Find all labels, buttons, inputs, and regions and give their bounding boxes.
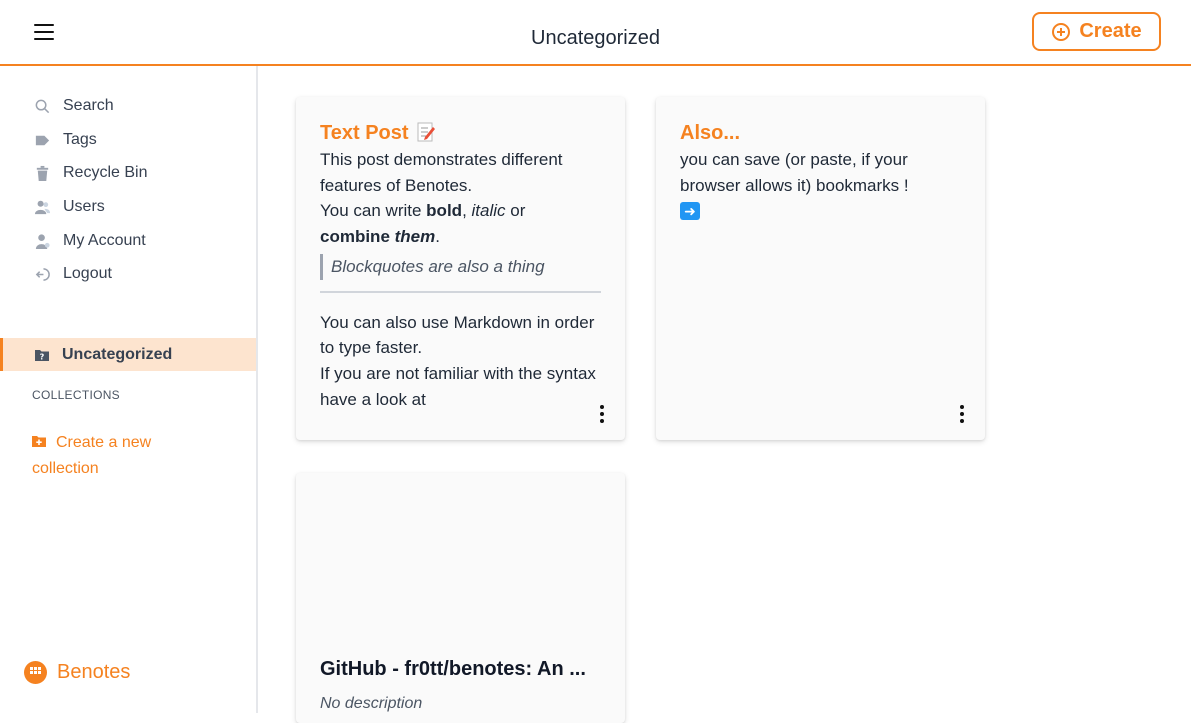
sidebar-item-tags[interactable]: Tags: [34, 128, 97, 152]
trash-icon: [36, 165, 49, 181]
sidebar-item-my-account[interactable]: My Account: [34, 229, 146, 253]
sidebar-item-label: Users: [63, 198, 105, 215]
create-collection-link[interactable]: Create a new collection: [32, 430, 212, 482]
logout-icon: [35, 267, 50, 281]
sidebar-collection-uncategorized[interactable]: ? Uncategorized: [0, 338, 256, 371]
sidebar-item-label: Recycle Bin: [63, 164, 148, 181]
sidebar-item-users[interactable]: Users: [34, 195, 105, 219]
create-button-label: Create: [1079, 20, 1142, 42]
search-icon: [35, 99, 50, 113]
sidebar-item-label: Logout: [63, 265, 112, 282]
post-line: You can also use Markdown in order to ty…: [320, 312, 595, 358]
active-collection-label: Uncategorized: [62, 345, 173, 363]
post-content: Also... you can save (or paste, if your …: [680, 119, 961, 224]
folder-question-icon: ?: [35, 349, 49, 361]
sidebar-item-label: Search: [63, 97, 114, 114]
create-collection-label: Create a new collection: [32, 434, 152, 477]
top-header: Uncategorized Create: [0, 0, 1191, 66]
sidebar-item-recycle-bin[interactable]: Recycle Bin: [34, 161, 147, 185]
post-line: you can save (or paste, if your browser …: [680, 150, 909, 195]
post-line: combine them.: [320, 227, 440, 247]
collections-heading: COLLECTIONS: [32, 388, 120, 402]
benotes-logo-icon: [24, 661, 47, 684]
sidebar-item-logout[interactable]: Logout: [34, 262, 112, 286]
brand[interactable]: Benotes: [24, 661, 130, 684]
post-title: Also...: [680, 122, 741, 144]
post-line: This post demonstrates different feature…: [320, 150, 563, 195]
svg-text:?: ?: [40, 352, 45, 361]
sidebar: Search Tags Recycle Bin Users My Account…: [0, 66, 258, 713]
arrow-right-icon: ➜: [680, 202, 700, 221]
tag-icon: [35, 135, 50, 145]
post-line: You can write bold, italic or: [320, 201, 526, 221]
sidebar-item-search[interactable]: Search: [34, 94, 114, 118]
user-icon: [35, 233, 50, 249]
memo-icon: [417, 122, 435, 142]
folder-plus-icon: [32, 436, 46, 447]
sidebar-item-label: My Account: [63, 232, 146, 249]
bookmark-description: No description: [320, 695, 423, 712]
post-blockquote: Blockquotes are also a thing: [320, 253, 601, 280]
sidebar-item-label: Tags: [63, 131, 97, 148]
page-title: Uncategorized: [531, 27, 660, 49]
users-icon: [34, 200, 51, 214]
brand-name: Benotes: [57, 661, 131, 683]
post-card-also[interactable]: Also... you can save (or paste, if your …: [656, 97, 985, 440]
bookmark-title: GitHub - fr0tt/benotes: An ...: [320, 658, 586, 680]
post-card-bookmark[interactable]: GitHub - fr0tt/benotes: An ... No descri…: [296, 473, 625, 723]
divider: [320, 290, 601, 293]
post-line: If you are not familiar with the syntax …: [320, 363, 596, 409]
post-card-text-post[interactable]: Text Post This post demonstrates differe…: [296, 97, 625, 440]
create-button[interactable]: Create: [1032, 12, 1161, 51]
more-options-icon[interactable]: [592, 402, 612, 426]
more-options-icon[interactable]: [952, 402, 972, 426]
post-title: Text Post: [320, 119, 601, 147]
plus-circle-icon: [1052, 22, 1071, 41]
post-content: Text Post This post demonstrates differe…: [320, 119, 601, 412]
